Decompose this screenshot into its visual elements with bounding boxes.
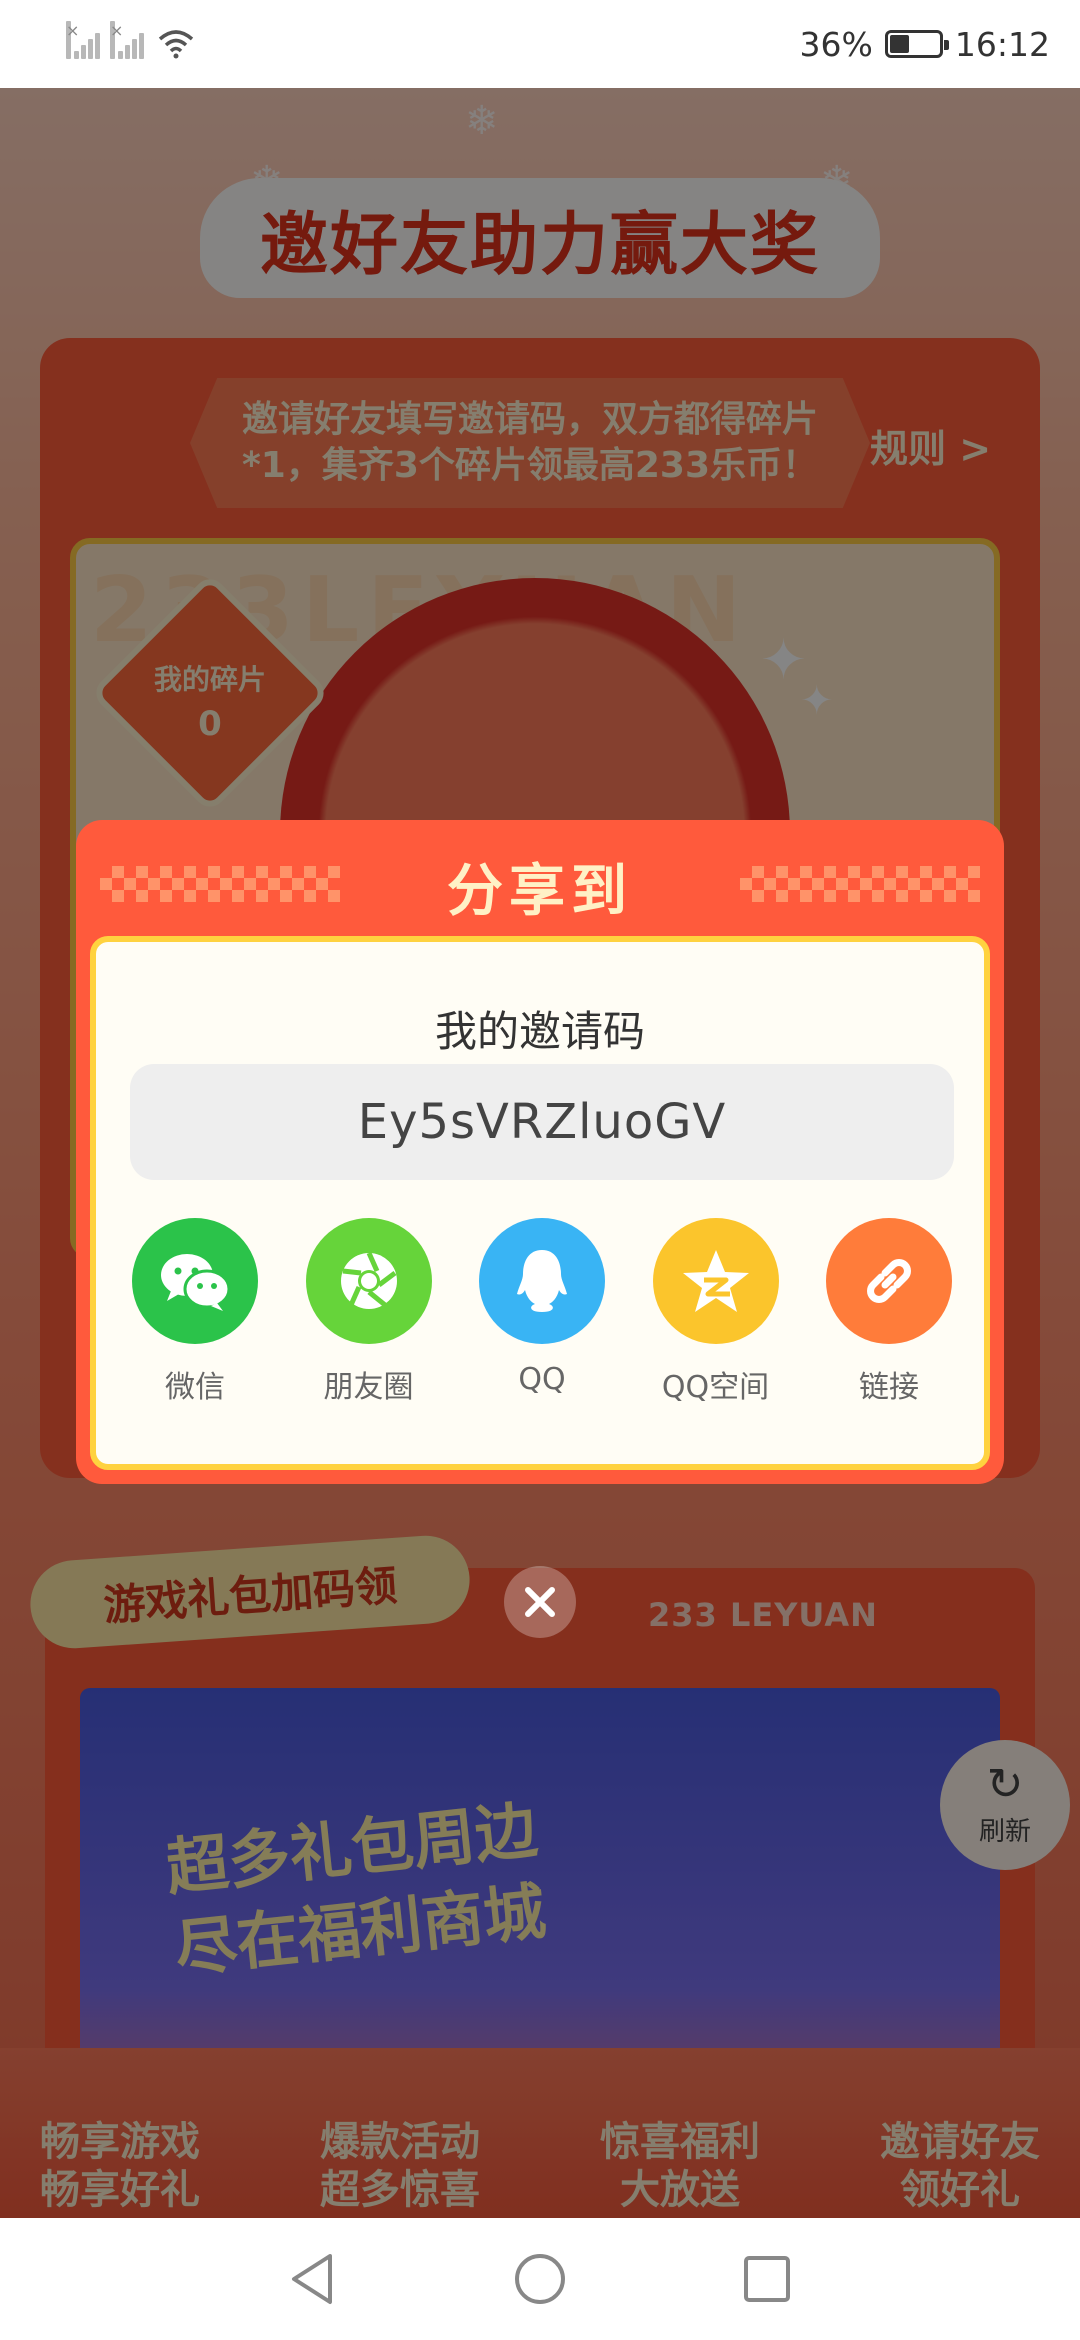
system-navigation-bar bbox=[0, 2218, 1080, 2340]
qq-icon bbox=[479, 1218, 605, 1344]
signal-icon-sim2: × bbox=[110, 21, 148, 61]
battery-icon bbox=[884, 30, 949, 58]
invite-code-label: 我的邀请码 bbox=[434, 1007, 645, 1056]
share-moments-button[interactable]: 朋友圈 bbox=[304, 1218, 434, 1406]
share-qzone-label: QQ空间 bbox=[661, 1370, 770, 1405]
status-bar: × × 36% 16:12 bbox=[0, 0, 1080, 88]
modal-content: 我的邀请码 Ey5sVRZluoGV 微信 朋友圈 QQ QQ空间 链接 bbox=[90, 936, 990, 1470]
share-qq-button[interactable]: QQ bbox=[477, 1218, 607, 1406]
recents-icon bbox=[743, 2256, 790, 2302]
share-qq-label: QQ bbox=[518, 1362, 566, 1397]
wifi-icon bbox=[158, 30, 194, 59]
nav-home-button[interactable] bbox=[495, 2234, 585, 2324]
nav-back-button[interactable] bbox=[268, 2234, 358, 2324]
share-moments-label: 朋友圈 bbox=[323, 1370, 414, 1405]
share-qzone-button[interactable]: QQ空间 bbox=[651, 1218, 781, 1406]
share-wechat-label: 微信 bbox=[165, 1370, 225, 1405]
nav-recents-button[interactable] bbox=[722, 2234, 812, 2324]
modal-close-button[interactable] bbox=[504, 1566, 576, 1638]
signal-icon-sim1: × bbox=[66, 21, 104, 61]
moments-icon bbox=[305, 1218, 432, 1344]
share-link-label: 链接 bbox=[859, 1370, 919, 1405]
share-link-button[interactable]: 链接 bbox=[824, 1218, 954, 1406]
signal-indicators: × × bbox=[66, 21, 194, 61]
share-modal: 分享到 我的邀请码 Ey5sVRZluoGV 微信 朋友圈 QQ QQ空间 链接 bbox=[76, 820, 1004, 1484]
wechat-icon bbox=[132, 1218, 258, 1344]
invite-code-field[interactable]: Ey5sVRZluoGV bbox=[130, 1064, 954, 1180]
close-icon bbox=[525, 1587, 555, 1617]
share-wechat-button[interactable]: 微信 bbox=[130, 1218, 260, 1406]
link-icon bbox=[826, 1218, 952, 1344]
qzone-icon bbox=[652, 1218, 779, 1344]
battery-percent: 36% bbox=[799, 24, 873, 64]
back-icon bbox=[292, 2254, 333, 2304]
home-icon bbox=[514, 2254, 565, 2304]
share-options: 微信 朋友圈 QQ QQ空间 链接 bbox=[130, 1218, 954, 1406]
modal-title: 分享到 bbox=[447, 859, 633, 924]
status-right: 36% 16:12 bbox=[800, 25, 1050, 64]
clock: 16:12 bbox=[954, 24, 1050, 64]
